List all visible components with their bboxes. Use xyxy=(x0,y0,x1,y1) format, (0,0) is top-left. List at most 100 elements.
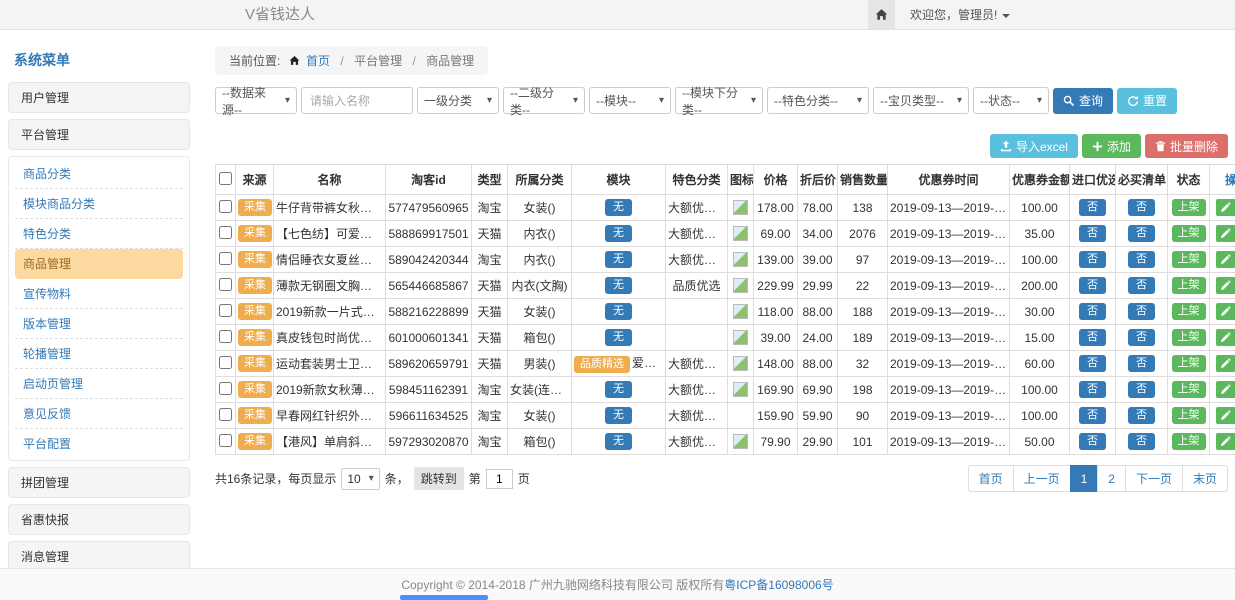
row-checkbox[interactable] xyxy=(219,226,232,239)
edit-button[interactable] xyxy=(1216,407,1235,424)
sidebar-item-6[interactable]: 轮播管理 xyxy=(15,339,183,369)
row-checkbox[interactable] xyxy=(219,356,232,369)
edit-button[interactable] xyxy=(1216,225,1235,242)
must-buy-toggle[interactable]: 否 xyxy=(1128,199,1155,216)
page-1-button[interactable]: 1 xyxy=(1070,465,1099,492)
edit-button[interactable] xyxy=(1216,329,1235,346)
row-checkbox[interactable] xyxy=(219,200,232,213)
add-button[interactable]: 添加 xyxy=(1082,134,1141,158)
edit-button[interactable] xyxy=(1216,381,1235,398)
filter-select-item-type[interactable]: --宝贝类型--▾ xyxy=(873,87,969,114)
import-optional-toggle[interactable]: 否 xyxy=(1079,251,1106,268)
sidebar-item-1[interactable]: 模块商品分类 xyxy=(15,189,183,219)
sidebar-item-5[interactable]: 版本管理 xyxy=(15,309,183,339)
edit-button[interactable] xyxy=(1216,251,1235,268)
must-buy-toggle[interactable]: 否 xyxy=(1128,381,1155,398)
status-button[interactable]: 上架 xyxy=(1172,277,1206,294)
filter-input-name[interactable] xyxy=(301,87,413,114)
filter-select-feature-category[interactable]: --特色分类--▾ xyxy=(767,87,869,114)
row-checkbox[interactable] xyxy=(219,434,232,447)
filter-select-level1-category[interactable]: 一级分类▾ xyxy=(417,87,499,114)
import-optional-toggle[interactable]: 否 xyxy=(1079,303,1106,320)
status-button[interactable]: 上架 xyxy=(1172,303,1206,320)
per-page-select[interactable]: 10▾ xyxy=(341,468,379,490)
sidebar-group-1[interactable]: 平台管理 xyxy=(8,119,190,150)
import-optional-toggle[interactable]: 否 xyxy=(1079,381,1106,398)
edit-button[interactable] xyxy=(1216,199,1235,216)
import-optional-toggle[interactable]: 否 xyxy=(1079,433,1106,450)
must-buy-toggle[interactable]: 否 xyxy=(1128,277,1155,294)
edit-button[interactable] xyxy=(1216,433,1235,450)
import-optional-toggle[interactable]: 否 xyxy=(1079,277,1106,294)
import-optional-toggle[interactable]: 否 xyxy=(1079,329,1106,346)
status-button[interactable]: 上架 xyxy=(1172,433,1206,450)
sidebar-item-7[interactable]: 启动页管理 xyxy=(15,369,183,399)
last-page-button[interactable]: 末页 xyxy=(1182,465,1228,492)
status-button[interactable]: 上架 xyxy=(1172,199,1206,216)
import-optional-toggle[interactable]: 否 xyxy=(1079,407,1106,424)
filter-select-module-subcategory[interactable]: --模块下分类--▾ xyxy=(675,87,763,114)
status-button[interactable]: 上架 xyxy=(1172,225,1206,242)
import-excel-button[interactable]: 导入excel xyxy=(990,134,1078,158)
home-button[interactable] xyxy=(868,0,895,29)
sidebar-group-4[interactable]: 消息管理 xyxy=(8,541,190,568)
must-buy-toggle[interactable]: 否 xyxy=(1128,329,1155,346)
filter-select-status[interactable]: --状态--▾ xyxy=(973,87,1049,114)
status-button[interactable]: 上架 xyxy=(1172,251,1206,268)
sidebar-item-4[interactable]: 宣传物料 xyxy=(15,279,183,309)
breadcrumb-home-link[interactable]: 首页 xyxy=(306,54,330,68)
user-menu[interactable]: 欢迎您，管理员! xyxy=(910,6,1010,23)
cell-price: 118.00 xyxy=(754,299,798,325)
row-checkbox[interactable] xyxy=(219,252,232,265)
edit-button[interactable] xyxy=(1216,277,1235,294)
cell-status: 上架 xyxy=(1168,195,1210,221)
edit-button[interactable] xyxy=(1216,303,1235,320)
jump-button[interactable]: 跳转到 xyxy=(414,467,464,490)
row-checkbox[interactable] xyxy=(219,408,232,421)
row-checkbox[interactable] xyxy=(219,382,232,395)
import-optional-toggle[interactable]: 否 xyxy=(1079,225,1106,242)
row-checkbox[interactable] xyxy=(219,304,232,317)
cell-category: 内衣() xyxy=(508,221,572,247)
next-page-button[interactable]: 下一页 xyxy=(1125,465,1183,492)
sidebar-group-3[interactable]: 省惠快报 xyxy=(8,504,190,535)
must-buy-toggle[interactable]: 否 xyxy=(1128,303,1155,320)
page-number-input[interactable] xyxy=(486,469,513,489)
filter-select-data-source[interactable]: --数据来源--▾ xyxy=(215,87,297,114)
page-2-button[interactable]: 2 xyxy=(1097,465,1126,492)
first-page-button[interactable]: 首页 xyxy=(968,465,1014,492)
must-buy-toggle[interactable]: 否 xyxy=(1128,433,1155,450)
sidebar-item-2[interactable]: 特色分类 xyxy=(15,219,183,249)
row-checkbox[interactable] xyxy=(219,330,232,343)
icp-link[interactable]: 粤ICP备16098006号 xyxy=(724,576,833,593)
cell-icon xyxy=(728,351,754,377)
must-buy-toggle[interactable]: 否 xyxy=(1128,355,1155,372)
sidebar-item-8[interactable]: 意见反馈 xyxy=(15,399,183,429)
sidebar-item-9[interactable]: 平台配置 xyxy=(15,429,183,458)
import-optional-toggle[interactable]: 否 xyxy=(1079,355,1106,372)
cell-feature: 大额优惠券 xyxy=(666,221,728,247)
status-button[interactable]: 上架 xyxy=(1172,355,1206,372)
must-buy-toggle[interactable]: 否 xyxy=(1128,407,1155,424)
edit-button[interactable] xyxy=(1216,355,1235,372)
import-excel-label: 导入excel xyxy=(1016,138,1068,155)
filter-select-level2-category[interactable]: --二级分类--▾ xyxy=(503,87,585,114)
must-buy-toggle[interactable]: 否 xyxy=(1128,251,1155,268)
row-checkbox[interactable] xyxy=(219,278,232,291)
status-button[interactable]: 上架 xyxy=(1172,329,1206,346)
sidebar-item-0[interactable]: 商品分类 xyxy=(15,159,183,189)
batch-delete-button[interactable]: 批量删除 xyxy=(1145,134,1228,158)
search-button[interactable]: 查询 xyxy=(1053,88,1113,114)
filter-select-module[interactable]: --模块--▾ xyxy=(589,87,671,114)
sidebar-group-2[interactable]: 拼团管理 xyxy=(8,467,190,498)
status-button[interactable]: 上架 xyxy=(1172,407,1206,424)
horizontal-scrollbar-thumb[interactable] xyxy=(400,595,488,600)
select-all-checkbox[interactable] xyxy=(219,172,232,185)
prev-page-button[interactable]: 上一页 xyxy=(1013,465,1071,492)
sidebar-group-0[interactable]: 用户管理 xyxy=(8,82,190,113)
sidebar-item-3[interactable]: 商品管理 xyxy=(15,249,183,279)
status-button[interactable]: 上架 xyxy=(1172,381,1206,398)
import-optional-toggle[interactable]: 否 xyxy=(1079,199,1106,216)
reset-button[interactable]: 重置 xyxy=(1117,88,1177,114)
must-buy-toggle[interactable]: 否 xyxy=(1128,225,1155,242)
